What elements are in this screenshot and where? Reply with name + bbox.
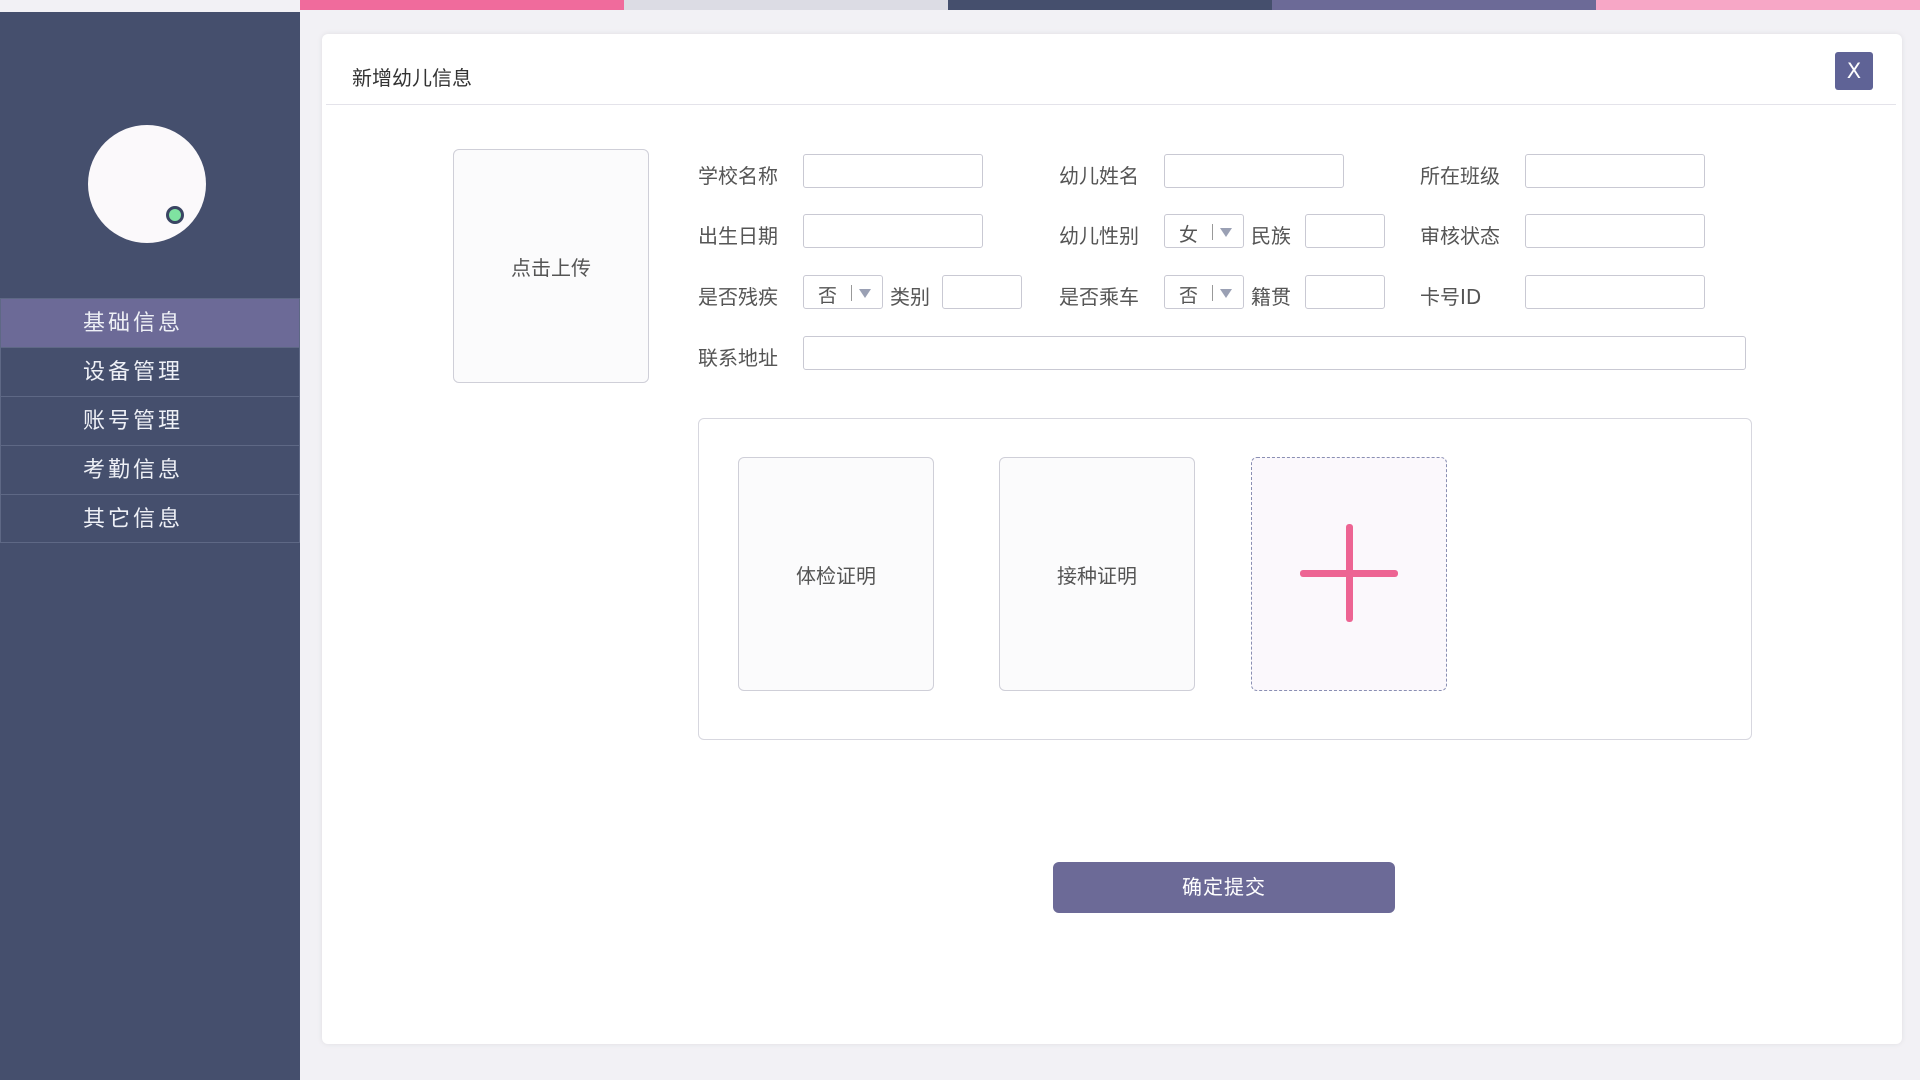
class-input[interactable] <box>1525 154 1705 188</box>
disabled-select-value: 否 <box>818 285 838 307</box>
sidebar-item-basic-info[interactable]: 基础信息 <box>0 298 300 347</box>
sidebar-item-attendance-info[interactable]: 考勤信息 <box>0 445 300 494</box>
sidebar-menu: 基础信息 设备管理 账号管理 考勤信息 其它信息 <box>0 298 300 543</box>
strip-segment <box>1272 0 1596 10</box>
class-label: 所在班级 <box>1420 164 1500 188</box>
select-separator <box>851 285 852 301</box>
gender-label: 幼儿性别 <box>1059 224 1139 248</box>
vaccination-certificate-upload[interactable]: 接种证明 <box>999 457 1195 691</box>
gender-select-value: 女 <box>1179 224 1199 246</box>
review-status-label: 审核状态 <box>1420 224 1500 248</box>
select-separator <box>1212 285 1213 301</box>
strip-segment <box>300 0 624 10</box>
select-separator <box>1212 224 1213 240</box>
vaccination-certificate-label: 接种证明 <box>1057 563 1137 588</box>
child-name-label: 幼儿姓名 <box>1059 164 1139 188</box>
card-id-input[interactable] <box>1525 275 1705 309</box>
certificates-panel: 体检证明 接种证明 <box>698 418 1752 740</box>
sidebar: 基础信息 设备管理 账号管理 考勤信息 其它信息 <box>0 12 300 1080</box>
strip-segment <box>1596 0 1920 10</box>
bus-select-value: 否 <box>1179 285 1199 307</box>
close-button[interactable]: X <box>1835 52 1873 90</box>
dialog-title: 新增幼儿信息 <box>352 66 472 90</box>
category-input[interactable] <box>942 275 1022 309</box>
dialog-header: 新增幼儿信息 <box>326 34 1896 105</box>
school-name-label: 学校名称 <box>698 164 778 188</box>
chevron-down-icon <box>859 289 871 298</box>
bus-select[interactable]: 否 <box>1164 275 1244 309</box>
address-label: 联系地址 <box>698 346 778 370</box>
review-status-input[interactable] <box>1525 214 1705 248</box>
address-input[interactable] <box>803 336 1746 370</box>
sidebar-item-device-management[interactable]: 设备管理 <box>0 347 300 396</box>
disabled-label: 是否残疾 <box>698 285 778 309</box>
add-certificate-button[interactable] <box>1251 457 1447 691</box>
ethnicity-input[interactable] <box>1305 214 1385 248</box>
category-label: 类别 <box>890 285 930 309</box>
birth-date-label: 出生日期 <box>698 224 778 248</box>
birth-date-input[interactable] <box>803 214 983 248</box>
health-certificate-upload[interactable]: 体检证明 <box>738 457 934 691</box>
card-id-label: 卡号ID <box>1420 285 1482 309</box>
disabled-select[interactable]: 否 <box>803 275 883 309</box>
submit-button[interactable]: 确定提交 <box>1053 862 1395 913</box>
online-status-dot <box>166 206 184 224</box>
bus-label: 是否乘车 <box>1059 285 1139 309</box>
add-child-dialog: 新增幼儿信息 X 点击上传 学校名称 幼儿姓名 所在班级 出生日期 幼儿性别 女… <box>322 34 1902 1044</box>
school-name-input[interactable] <box>803 154 983 188</box>
health-certificate-label: 体检证明 <box>796 563 876 588</box>
strip-segment <box>948 0 1272 10</box>
native-place-input[interactable] <box>1305 275 1385 309</box>
strip-segment <box>624 0 948 10</box>
photo-upload-label: 点击上传 <box>511 255 591 280</box>
avatar[interactable] <box>88 125 206 243</box>
sidebar-item-account-management[interactable]: 账号管理 <box>0 396 300 445</box>
photo-upload-box[interactable]: 点击上传 <box>453 149 649 383</box>
ethnicity-label: 民族 <box>1251 224 1291 248</box>
top-color-strip <box>300 0 1920 10</box>
chevron-down-icon <box>1220 289 1232 298</box>
plus-icon <box>1346 524 1353 622</box>
native-place-label: 籍贯 <box>1251 285 1291 309</box>
child-name-input[interactable] <box>1164 154 1344 188</box>
sidebar-item-other-info[interactable]: 其它信息 <box>0 494 300 543</box>
gender-select[interactable]: 女 <box>1164 214 1244 248</box>
chevron-down-icon <box>1220 228 1232 237</box>
